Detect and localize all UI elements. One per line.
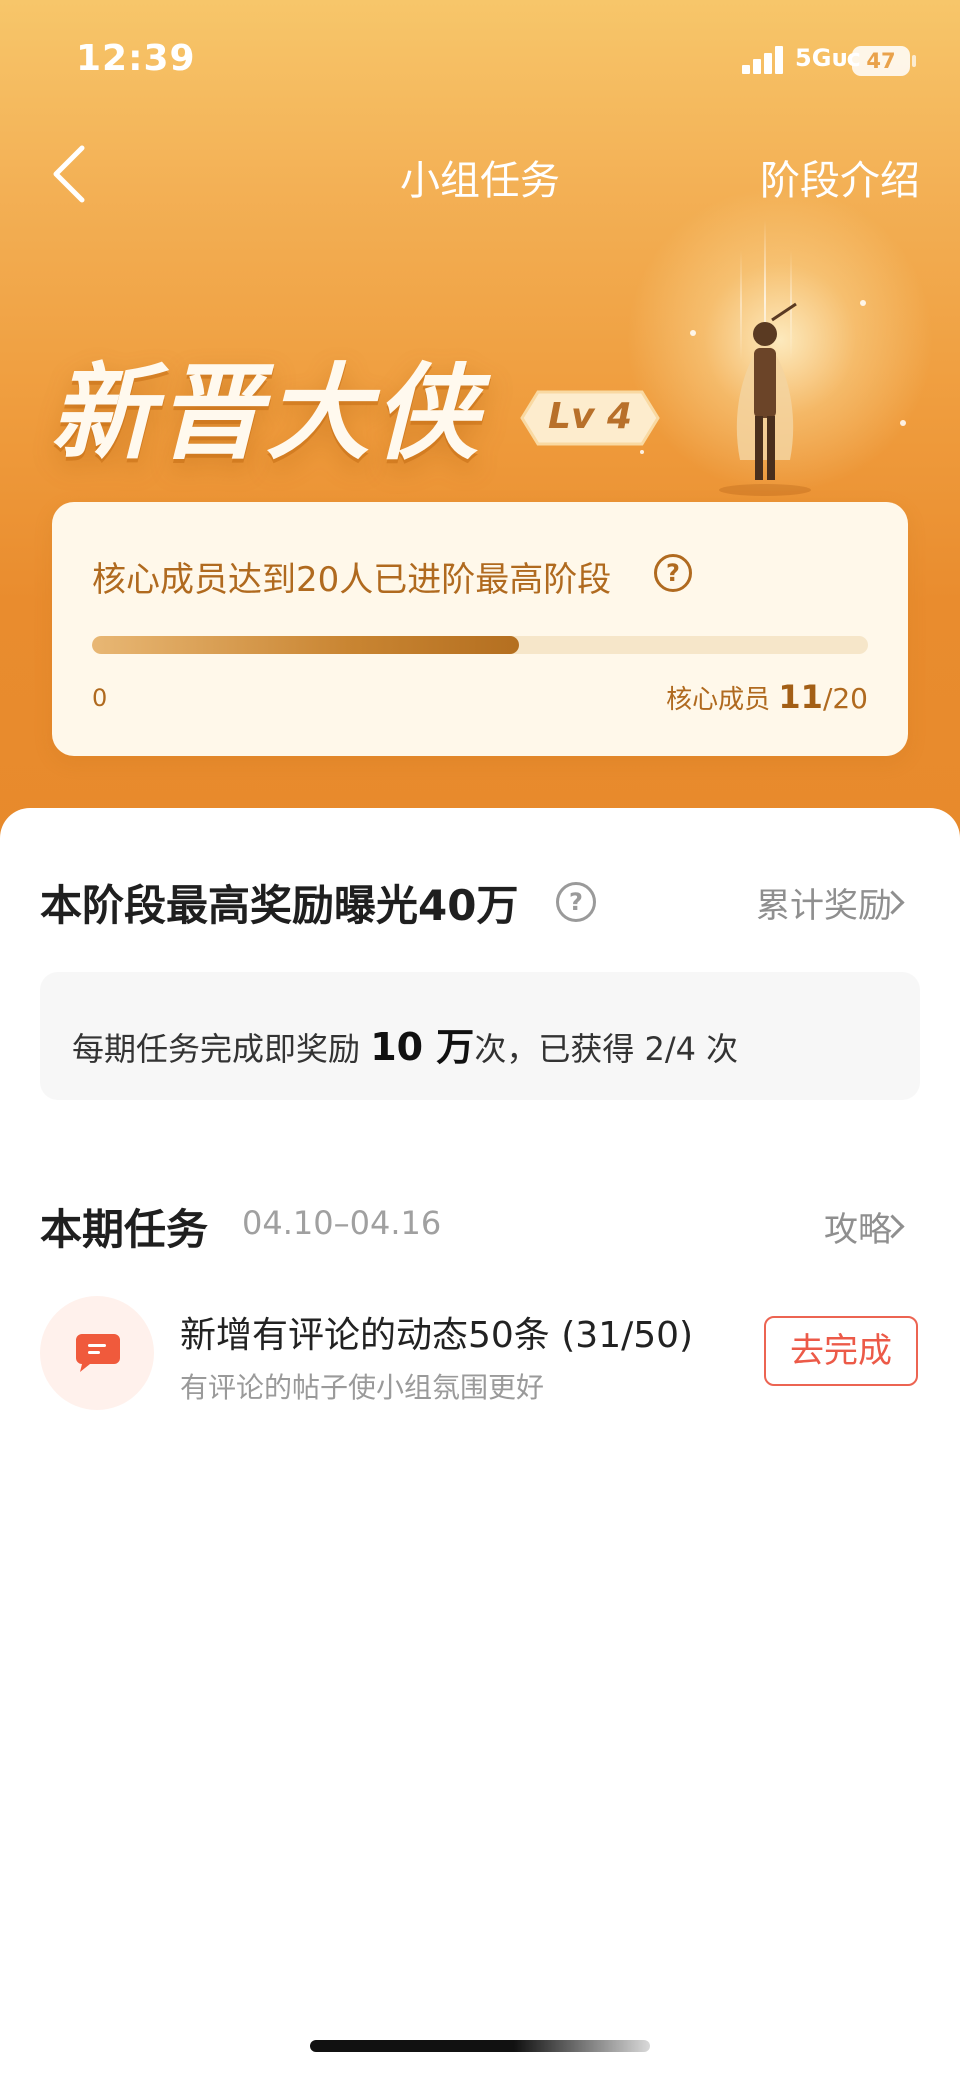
reward-amount: 10 万 (370, 1025, 475, 1069)
reward-desc-suffix: 次，已获得 2/4 次 (474, 1030, 739, 1068)
battery-level: 47 (866, 49, 896, 73)
battery-icon: 47 (852, 46, 910, 76)
level-name: 新晋大侠 (50, 352, 483, 474)
home-indicator[interactable] (310, 2040, 650, 2052)
group-task-page: 12:39 5Gᴜᴄ 47 小组任务 阶段介绍 新晋大侠 Lv 4 核心成员达到… (0, 0, 960, 2079)
reward-title: 本阶段最高奖励曝光40万 (40, 881, 519, 930)
task-subtitle: 有评论的帖子使小组氛围更好 (180, 1371, 545, 1404)
progress-fill (92, 636, 519, 654)
hero-character-icon (719, 302, 811, 496)
progress-min-label: 0 (92, 684, 108, 712)
task-name: 新增有评论的动态50条 (31/50) (180, 1315, 694, 1356)
level-badge: Lv 4 (548, 396, 632, 437)
progress-description: 核心成员达到20人已进阶最高阶段 (92, 560, 612, 600)
reward-desc-prefix: 每期任务完成即奖励 (72, 1030, 361, 1068)
cumulative-reward-link[interactable]: 累计奖励 (756, 878, 892, 927)
network-label: 5Gᴜᴄ (795, 44, 861, 72)
current-tasks-title: 本期任务 (40, 1205, 209, 1254)
sparkle-icon (860, 300, 866, 306)
reward-description: 每期任务完成即奖励 10 万次，已获得 2/4 次 (72, 1016, 738, 1071)
progress-bar (92, 636, 868, 654)
core-member-count: 核心成员 11/20 (666, 678, 868, 716)
reward-help-glyph: ? (569, 888, 583, 916)
stage-intro-link[interactable]: 阶段介绍 (760, 148, 920, 206)
task-date-range: 04.10–04.16 (242, 1204, 442, 1242)
signal-icon (742, 46, 786, 74)
help-glyph: ? (666, 559, 680, 587)
comment-bubble-icon (76, 1334, 120, 1372)
sparkle-icon (900, 420, 906, 426)
sparkle-icon (690, 330, 696, 336)
status-time: 12:39 (76, 38, 196, 79)
help-icon[interactable]: ? (654, 554, 692, 592)
go-complete-button[interactable]: 去完成 (764, 1316, 918, 1386)
core-member-total: /20 (822, 682, 868, 715)
sparkle-icon (640, 450, 644, 454)
progress-card (52, 502, 908, 756)
reward-help-icon[interactable]: ? (556, 882, 596, 922)
core-member-current: 11 (778, 678, 823, 716)
battery-cap (912, 55, 916, 67)
core-member-label: 核心成员 (666, 685, 771, 715)
